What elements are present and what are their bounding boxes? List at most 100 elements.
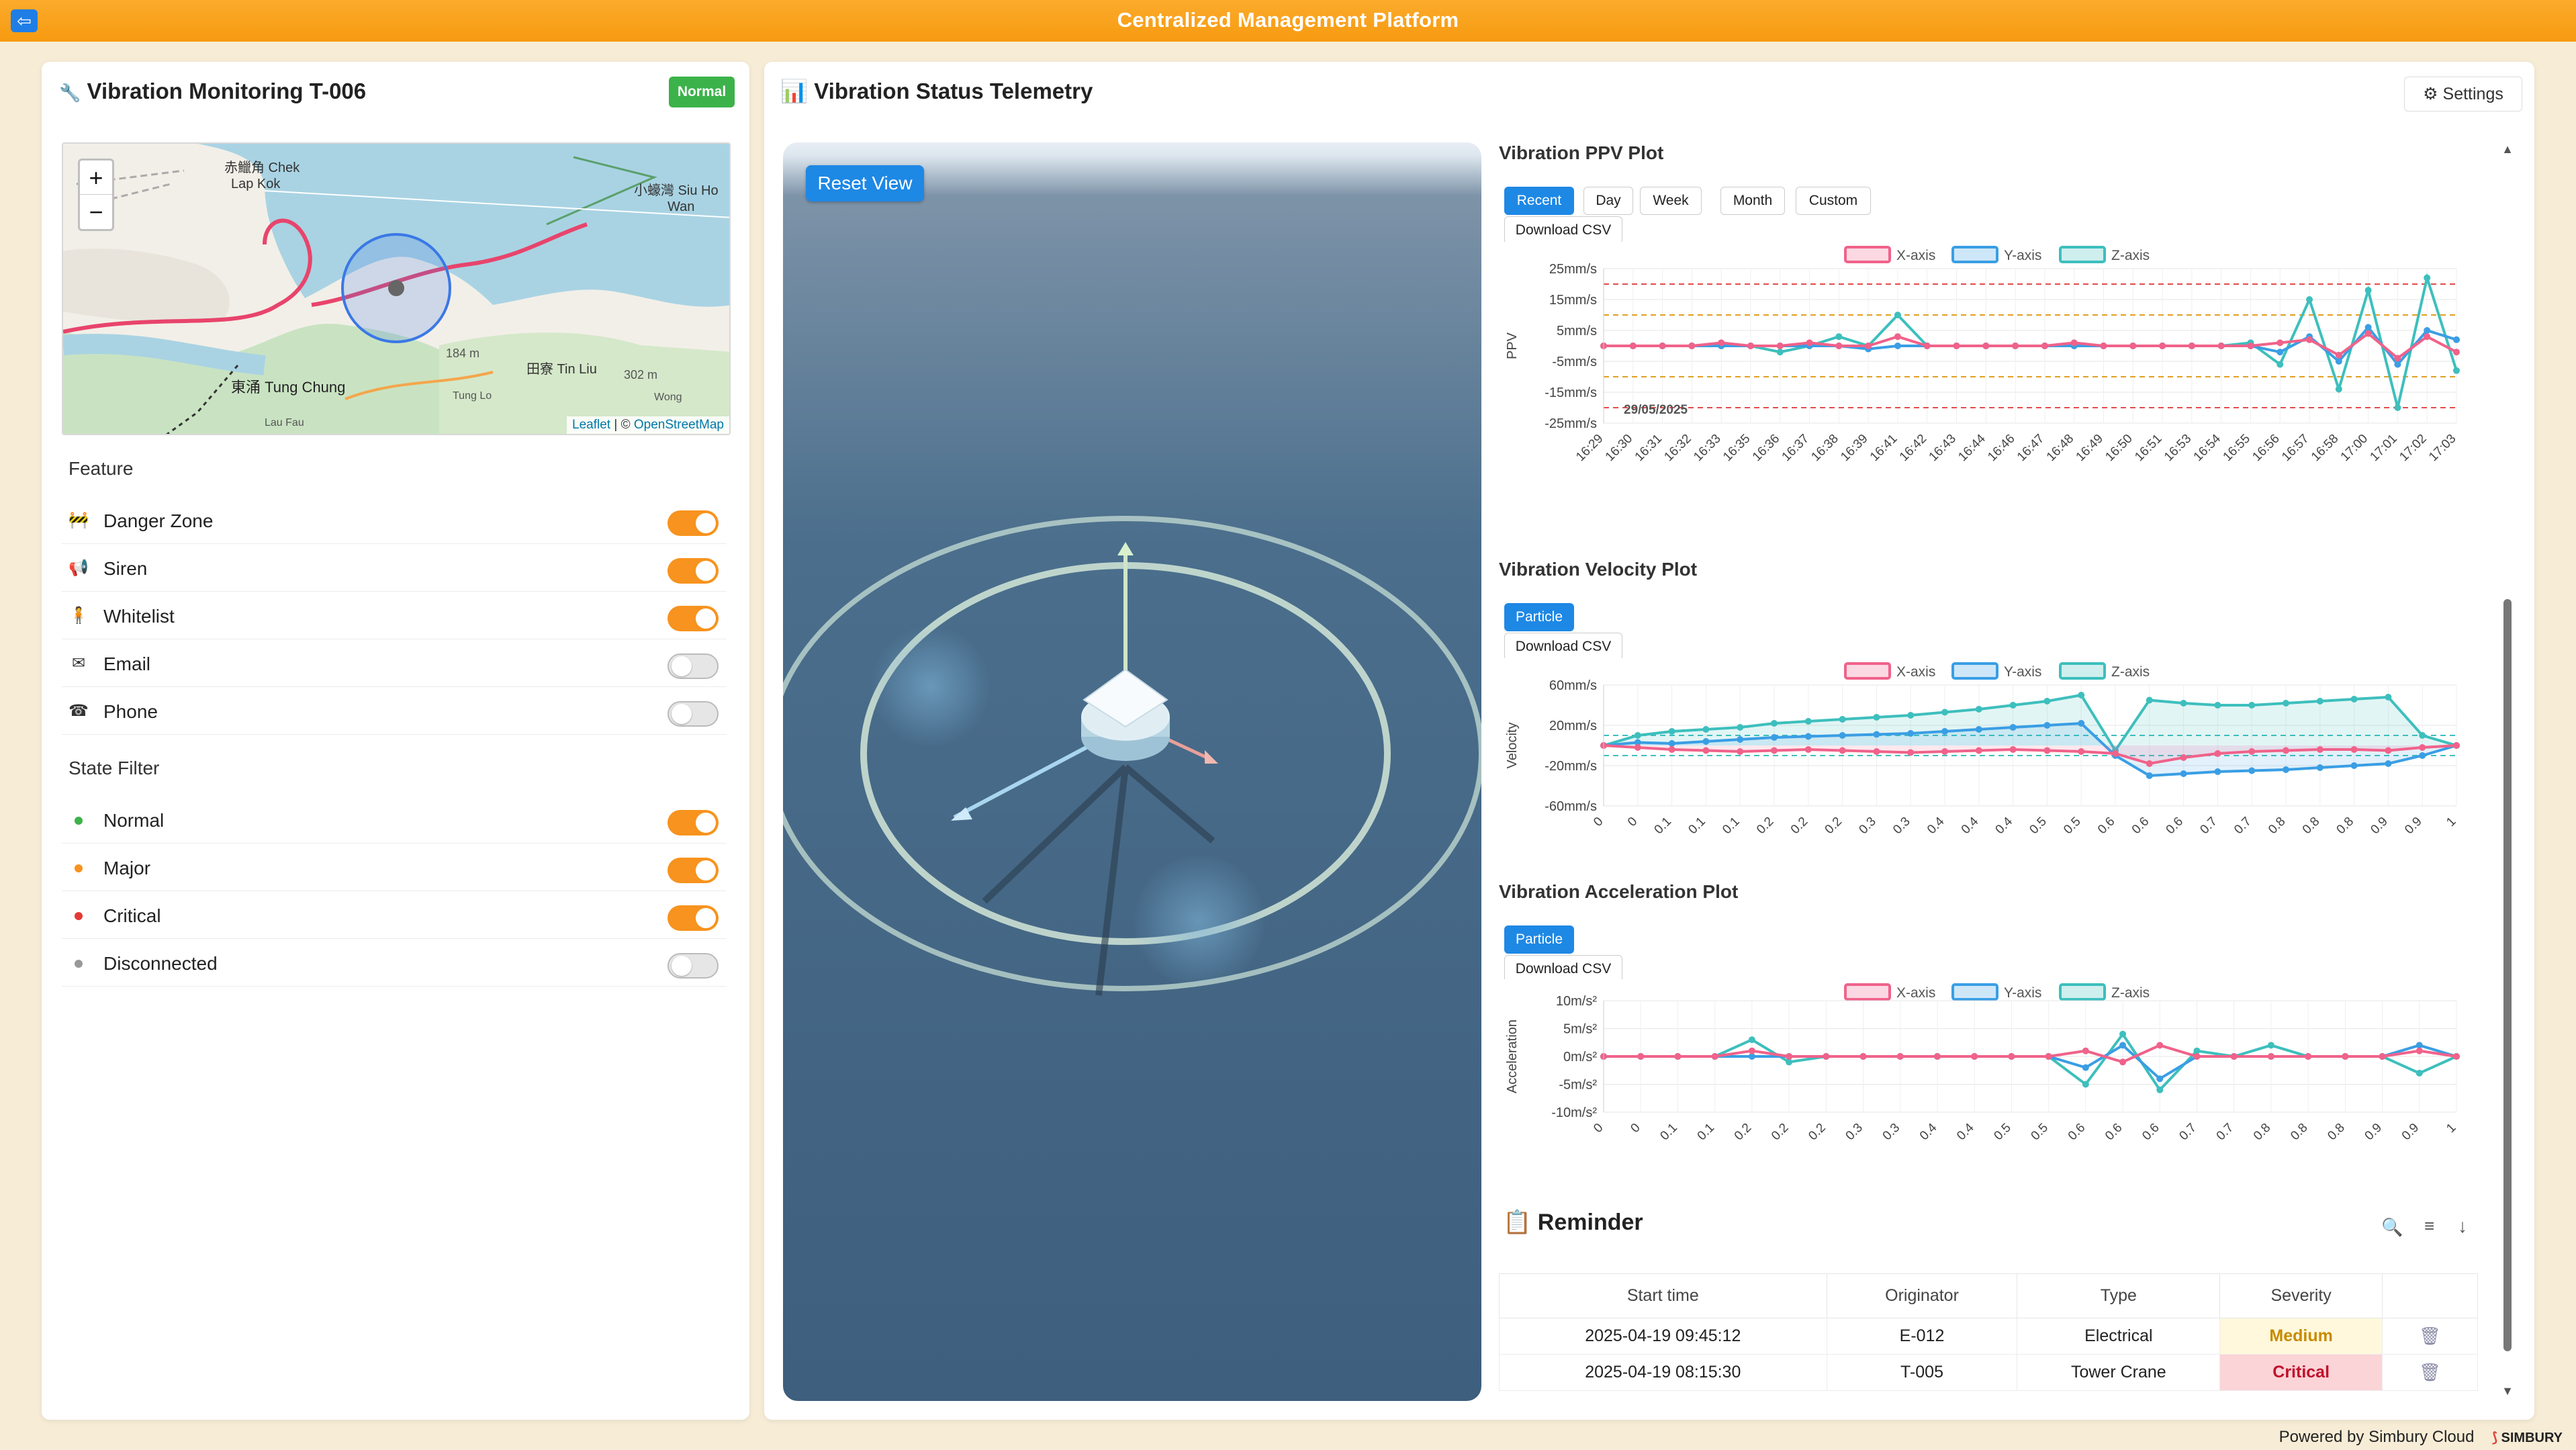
ppv-download-csv-button[interactable]: Download CSV — [1504, 216, 1622, 244]
data-point — [2214, 768, 2221, 775]
x-tick-label: 16:49 — [2074, 432, 2106, 464]
x-tick-label: 0.2 — [1806, 1121, 1829, 1144]
x-tick-label: 0.5 — [2061, 815, 2084, 837]
legend-label: X-axis — [1896, 664, 1935, 680]
table-row[interactable]: 2025-04-19 09:45:12 E-012 Electrical Med… — [1499, 1318, 2478, 1355]
data-point — [2364, 324, 2372, 331]
danger-zone-toggle[interactable] — [668, 510, 719, 536]
data-point — [2180, 770, 2187, 777]
range-week-button[interactable]: Week — [1640, 187, 1702, 215]
feature-row-phone: ☎ Phone — [62, 688, 727, 735]
state-label: Critical — [103, 905, 161, 926]
site-map[interactable]: 赤鱲角 Chek Lap Kok 小蠔灣 Siu Ho Wan 田寮 Tin L… — [62, 142, 731, 435]
x-tick-label: 16:42 — [1897, 432, 1929, 464]
accel-chart-svg: X-axis Y-axis Z-axis 10m/s² 5m/s² 0m/s² -5m/s²… — [1505, 983, 2460, 1144]
accel-particle-button[interactable]: Particle — [1504, 925, 1574, 954]
svg-text:小蠔灣 Siu Ho: 小蠔灣 Siu Ho — [634, 183, 719, 198]
legend-label: X-axis — [1896, 248, 1935, 263]
data-point — [2078, 692, 2085, 698]
settings-button[interactable]: ⚙ Settings — [2404, 77, 2522, 111]
3d-sensor-view[interactable] — [783, 142, 1481, 1401]
x-tick-label: 0.9 — [2399, 1121, 2422, 1144]
x-tick-label: 16:33 — [1691, 432, 1723, 464]
osm-link[interactable]: OpenStreetMap — [634, 418, 724, 432]
data-point — [2419, 744, 2426, 751]
critical-toggle[interactable] — [668, 905, 719, 931]
data-point — [2316, 698, 2324, 705]
scroll-down-icon[interactable]: ▼ — [2499, 1384, 2516, 1398]
x-tick-label: 16:37 — [1780, 432, 1812, 464]
x-tick-label: 0.8 — [2266, 815, 2289, 837]
data-point — [2214, 702, 2221, 709]
reset-view-button[interactable]: Reset View — [806, 165, 924, 201]
scroll-thumb[interactable] — [2503, 599, 2512, 1351]
velocity-download-csv-button[interactable]: Download CSV — [1504, 633, 1622, 661]
status-dot-icon — [68, 905, 89, 925]
data-point — [1975, 726, 1982, 733]
x-tick-label: 16:57 — [2279, 432, 2311, 464]
bar-chart-icon: 📊 — [780, 79, 809, 103]
x-tick-label: 17:00 — [2338, 432, 2371, 464]
y-tick-label: -5m/s² — [1559, 1078, 1597, 1093]
reminder-heading: 📋 Reminder — [1503, 1210, 1643, 1235]
zoom-in-button[interactable]: + — [80, 161, 112, 195]
velocity-particle-button[interactable]: Particle — [1504, 603, 1574, 631]
siren-icon: 📢 — [68, 559, 89, 577]
legend-swatch — [1951, 662, 1998, 680]
data-point — [1776, 349, 1784, 356]
sort-down-icon[interactable]: ↓ — [2458, 1216, 2467, 1237]
range-recent-button[interactable]: Recent — [1504, 187, 1574, 215]
gear-icon: ⚙ — [2423, 85, 2438, 103]
data-point — [1737, 748, 1744, 755]
data-point — [1873, 731, 1880, 738]
major-toggle[interactable] — [668, 858, 719, 883]
charts-scrollbar[interactable]: ▲ ▼ — [2499, 142, 2516, 1398]
data-point — [1711, 1053, 1718, 1060]
data-point — [2306, 296, 2313, 303]
trash-icon[interactable]: 🗑 — [2382, 1318, 2478, 1355]
col-type[interactable]: Type — [2017, 1273, 2221, 1318]
data-point — [2419, 752, 2426, 759]
feature-heading: Feature — [68, 458, 134, 479]
legend-label: Z-axis — [2111, 985, 2150, 1001]
search-icon[interactable]: 🔍 — [2381, 1217, 2403, 1238]
x-tick-label: 16:46 — [1985, 432, 2017, 464]
person-icon: 🧍 — [68, 606, 89, 625]
phone-toggle[interactable] — [668, 701, 719, 727]
filter-list-icon[interactable]: ≡ — [2424, 1216, 2434, 1236]
leaflet-link[interactable]: Leaflet — [572, 418, 610, 432]
data-point — [2043, 698, 2051, 705]
data-point — [2129, 343, 2137, 349]
legend-swatch — [1844, 246, 1891, 263]
range-custom-button[interactable]: Custom — [1796, 187, 1871, 215]
x-tick-label: 16:53 — [2162, 432, 2194, 464]
zoom-out-button[interactable]: − — [80, 195, 112, 229]
normal-toggle[interactable] — [668, 810, 719, 835]
data-point — [1702, 747, 1710, 754]
siren-toggle[interactable] — [668, 558, 719, 584]
feature-row-whitelist: 🧍 Whitelist — [62, 592, 727, 639]
col-start-time[interactable]: Start time — [1499, 1273, 1827, 1318]
email-toggle[interactable] — [668, 653, 719, 679]
whitelist-toggle[interactable] — [668, 606, 719, 631]
y-tick-label: -60mm/s — [1545, 799, 1597, 814]
scroll-up-icon[interactable]: ▲ — [2499, 142, 2516, 156]
col-originator[interactable]: Originator — [1826, 1273, 2018, 1318]
trash-icon[interactable]: 🗑 — [2382, 1354, 2478, 1391]
x-tick-label: 16:35 — [1720, 432, 1753, 464]
col-severity[interactable]: Severity — [2219, 1273, 2383, 1318]
x-tick-label: 0.1 — [1652, 815, 1675, 837]
range-day-button[interactable]: Day — [1583, 187, 1633, 215]
disconnected-toggle[interactable] — [668, 953, 719, 979]
data-point — [1776, 343, 1784, 349]
data-point — [2214, 750, 2221, 757]
range-month-button[interactable]: Month — [1720, 187, 1785, 215]
status-dot-icon — [68, 810, 89, 830]
x-tick-label: 0.4 — [1954, 1120, 1977, 1143]
data-point — [1737, 724, 1744, 731]
crane-icon: 🔧 — [59, 83, 81, 103]
col-actions — [2382, 1273, 2478, 1318]
x-tick-label: 0.2 — [1732, 1121, 1755, 1144]
data-point — [1941, 709, 1948, 716]
table-row[interactable]: 2025-04-19 08:15:30 T-005 Tower Crane Cr… — [1499, 1354, 2478, 1391]
